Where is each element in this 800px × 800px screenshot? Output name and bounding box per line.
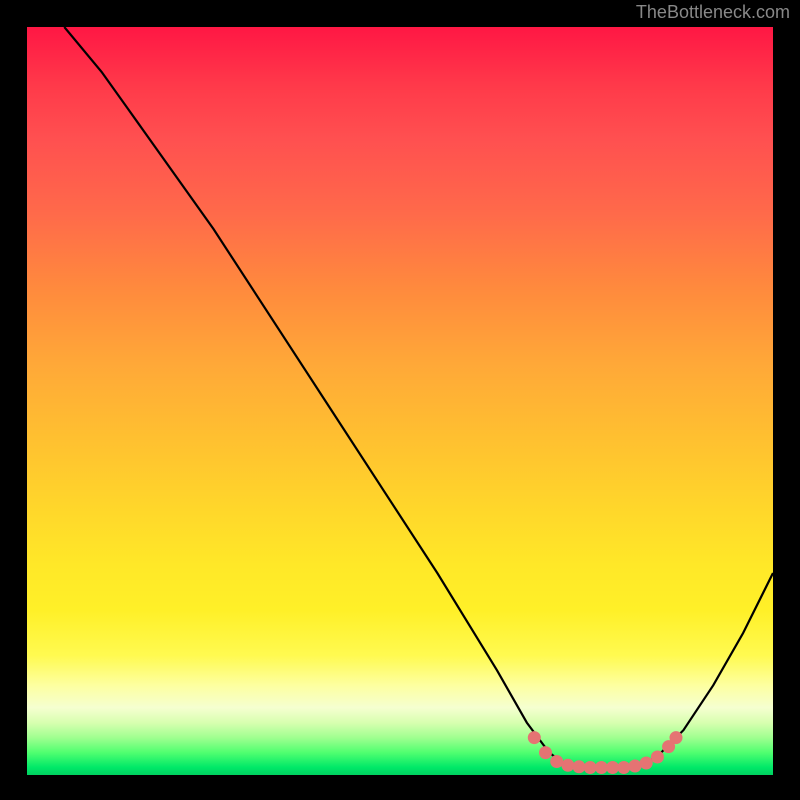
highlight-dot (640, 757, 653, 770)
highlight-dot (617, 761, 630, 774)
plot-area (27, 27, 773, 775)
highlight-dot (651, 751, 664, 764)
highlight-dot (528, 731, 541, 744)
highlight-dot (573, 760, 586, 773)
highlight-dot (550, 755, 563, 768)
chart-svg (27, 27, 773, 775)
highlight-dot (539, 746, 552, 759)
highlight-dot (629, 760, 642, 773)
main-curve (64, 27, 773, 768)
highlight-dot (606, 761, 619, 774)
highlight-dot (670, 731, 683, 744)
highlight-dot (561, 759, 574, 772)
watermark-text: TheBottleneck.com (636, 2, 790, 23)
chart-container: TheBottleneck.com (0, 0, 800, 800)
highlight-dots-group (528, 731, 683, 774)
highlight-dot (584, 761, 597, 774)
highlight-dot (595, 761, 608, 774)
